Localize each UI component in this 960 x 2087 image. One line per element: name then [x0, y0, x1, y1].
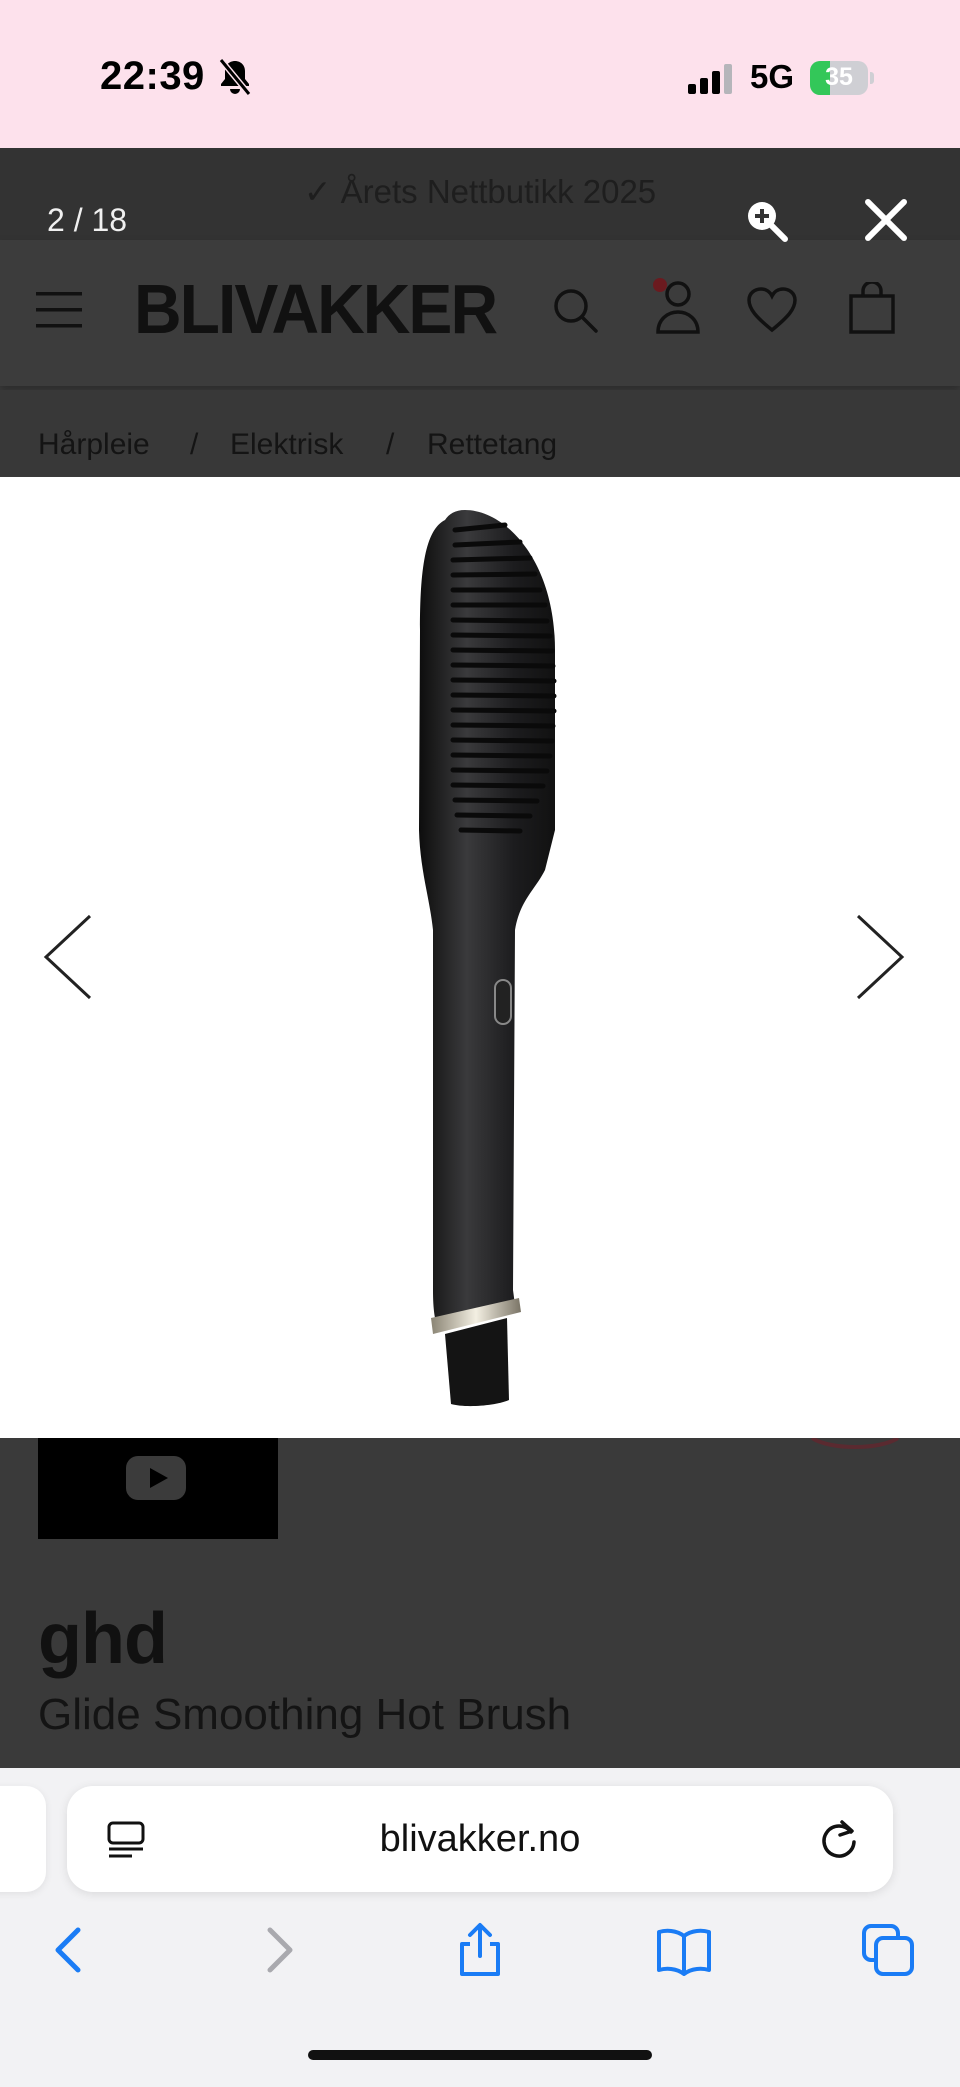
image-counter: 2 / 18	[47, 202, 128, 238]
play-icon	[126, 1456, 186, 1500]
previous-tab-peek[interactable]	[0, 1786, 46, 1892]
share-icon[interactable]	[452, 1922, 508, 1978]
breadcrumb-separator: /	[386, 428, 395, 461]
bookmarks-icon[interactable]	[656, 1922, 712, 1978]
home-indicator	[308, 2050, 652, 2060]
reload-icon[interactable]	[818, 1818, 860, 1860]
status-time: 22:39	[100, 54, 205, 98]
back-icon[interactable]	[42, 1922, 98, 1978]
bell-muted-icon	[218, 58, 252, 96]
cellular-signal-icon	[688, 64, 732, 94]
wishlist-heart-icon[interactable]	[746, 287, 798, 333]
account-icon[interactable]	[650, 276, 702, 334]
breadcrumb-separator: /	[190, 428, 199, 461]
breadcrumb-item-rettetang[interactable]: Rettetang	[427, 428, 557, 462]
forward-icon[interactable]	[250, 1922, 306, 1978]
product-image-hot-brush	[419, 510, 557, 1407]
site-logo[interactable]: BLIVAKKER	[134, 269, 498, 349]
previous-image-arrow-icon[interactable]	[38, 912, 98, 1002]
product-name: Glide Smoothing Hot Brush	[38, 1690, 572, 1739]
tabs-icon[interactable]	[860, 1922, 916, 1978]
menu-icon[interactable]	[36, 290, 82, 330]
zoom-in-icon[interactable]	[744, 198, 788, 242]
search-icon[interactable]	[552, 287, 598, 333]
battery-indicator: 35	[810, 61, 874, 95]
breadcrumb-item-harpleie[interactable]: Hårpleie	[38, 428, 150, 462]
product-brand[interactable]: ghd	[38, 1598, 168, 1680]
breadcrumb-item-elektrisk[interactable]: Elektrisk	[230, 428, 343, 462]
promo-text: ✓ Årets Nettbutikk 2025	[303, 173, 657, 210]
network-type: 5G	[750, 58, 795, 95]
url-text[interactable]: blivakker.no	[67, 1818, 893, 1861]
battery-percent: 35	[825, 63, 853, 91]
next-image-arrow-icon[interactable]	[850, 912, 910, 1002]
badge-edge	[810, 1438, 900, 1449]
battery-cap	[870, 72, 874, 84]
close-icon[interactable]	[862, 196, 910, 244]
cart-bag-icon[interactable]	[848, 282, 896, 334]
